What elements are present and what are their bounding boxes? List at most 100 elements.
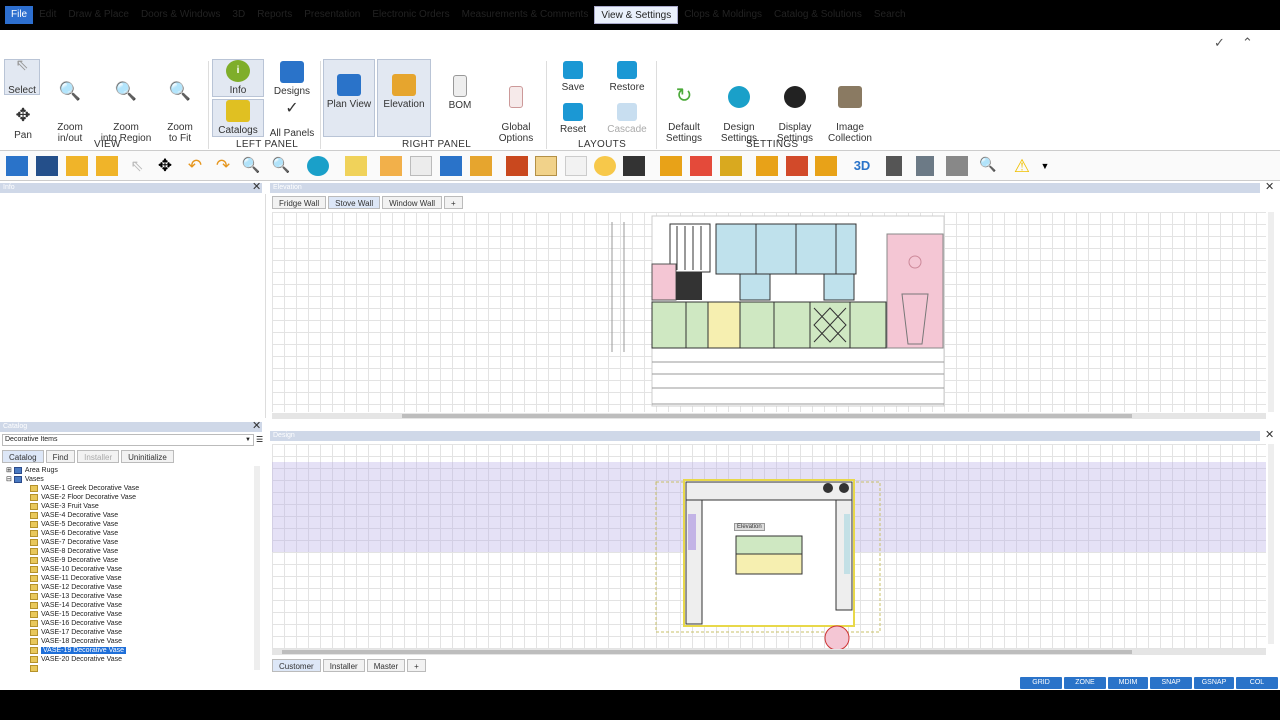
tab-master[interactable]: Master xyxy=(366,659,406,672)
plan-hscrollbar[interactable] xyxy=(272,649,1266,655)
restore-layout-button[interactable]: Restore xyxy=(604,61,650,93)
plan-icon[interactable] xyxy=(440,156,462,176)
info-button[interactable]: i Info xyxy=(212,59,264,97)
warning-icon[interactable]: ⚠ xyxy=(1011,156,1033,176)
three-d-icon[interactable]: 3D xyxy=(848,156,876,176)
elevation-hscrollbar[interactable] xyxy=(272,413,1266,419)
caret-up-icon[interactable]: ⌃ xyxy=(1242,35,1253,51)
tree-node[interactable]: ⊟ Vases xyxy=(6,475,44,484)
global-options-button[interactable]: Global Options xyxy=(490,75,542,144)
tab-add[interactable]: + xyxy=(444,196,463,209)
tree-node[interactable]: ⊞ Area Rugs xyxy=(6,466,58,475)
close-icon[interactable]: ✕ xyxy=(252,180,261,193)
list-item[interactable]: VASE-3 Fruit Vase xyxy=(30,502,99,511)
list-item[interactable]: VASE-2 Floor Decorative Vase xyxy=(30,493,136,502)
list-item[interactable]: VASE-18 Decorative Vase xyxy=(30,637,122,646)
tool-a-icon[interactable] xyxy=(756,156,778,176)
grid-view-icon[interactable] xyxy=(6,156,28,176)
menu-electronic-orders[interactable]: Electronic Orders xyxy=(366,6,455,24)
list-item[interactable]: VASE-14 Decorative Vase xyxy=(30,601,122,610)
catalog-vscrollbar[interactable] xyxy=(254,466,260,670)
arrow-tool-icon[interactable] xyxy=(720,156,742,176)
design-settings-button[interactable]: Design Settings xyxy=(714,75,764,144)
move-icon[interactable]: ✥ xyxy=(154,156,176,176)
zoom-out-icon[interactable]: 🔍 xyxy=(270,156,292,176)
people-icon[interactable] xyxy=(916,156,934,176)
list-item[interactable]: VASE-1 Greek Decorative Vase xyxy=(30,484,139,493)
default-settings-button[interactable]: ↻ Default Settings xyxy=(660,75,708,144)
door-icon[interactable] xyxy=(535,156,557,176)
pencil-icon[interactable] xyxy=(345,156,367,176)
pointer-icon[interactable]: ⇖ xyxy=(126,156,148,176)
menu-presentation[interactable]: Presentation xyxy=(298,6,366,24)
undo-icon[interactable]: ↶ xyxy=(184,156,206,176)
save-icon[interactable] xyxy=(36,156,58,176)
zone-toggle[interactable]: ZONE xyxy=(1064,677,1106,689)
save-layout-button[interactable]: Save xyxy=(553,61,593,93)
list-item[interactable]: VASE-5 Decorative Vase xyxy=(30,520,118,529)
elevation-vscrollbar[interactable] xyxy=(1268,212,1274,412)
menu-view-settings[interactable]: View & Settings xyxy=(594,6,679,24)
settings-icon[interactable] xyxy=(307,156,329,176)
list-item[interactable] xyxy=(30,664,41,673)
cabinet-icon[interactable] xyxy=(380,156,402,176)
display-settings-button[interactable]: Display Settings xyxy=(770,75,820,144)
close-icon[interactable]: ✕ xyxy=(1265,180,1274,193)
cascade-layout-button[interactable]: Cascade xyxy=(604,103,650,135)
bom-button[interactable]: BOM xyxy=(437,75,483,111)
light-icon[interactable] xyxy=(594,156,616,176)
tab-stove-wall[interactable]: Stove Wall xyxy=(328,196,381,209)
list-item[interactable]: VASE-9 Decorative Vase xyxy=(30,556,118,565)
list-item[interactable]: VASE-15 Decorative Vase xyxy=(30,610,122,619)
list-item[interactable]: VASE-13 Decorative Vase xyxy=(30,592,122,601)
gsnap-toggle[interactable]: GSNAP xyxy=(1194,677,1234,689)
menu-draw-place[interactable]: Draw & Place xyxy=(62,6,135,24)
tab-customer[interactable]: Customer xyxy=(272,659,321,672)
menu-doors-windows[interactable]: Doors & Windows xyxy=(135,6,226,24)
close-icon[interactable]: ✕ xyxy=(1265,428,1274,441)
tab-window-wall[interactable]: Window Wall xyxy=(382,196,443,209)
zoom-region-button[interactable]: 🔍 Zoom into Region xyxy=(100,75,152,144)
checkmark-icon[interactable]: ✓ xyxy=(1214,35,1225,51)
list-item[interactable]: VASE-20 Decorative Vase xyxy=(30,655,122,664)
menu-reports[interactable]: Reports xyxy=(251,6,298,24)
pen-red-icon[interactable] xyxy=(690,156,712,176)
menu-clops-moldings[interactable]: Clops & Moldings xyxy=(678,6,768,24)
list-icon[interactable] xyxy=(410,156,432,176)
plan-vscrollbar[interactable] xyxy=(1268,444,1274,644)
zoom-in-icon[interactable]: 🔍 xyxy=(240,156,262,176)
group-icon[interactable] xyxy=(506,156,528,176)
page-icon[interactable] xyxy=(565,156,587,176)
tab-find[interactable]: Find xyxy=(45,450,76,463)
tab-installer[interactable]: Installer xyxy=(77,450,120,463)
list-item[interactable]: VASE-12 Decorative Vase xyxy=(30,583,122,592)
pin-icon[interactable]: ☰ xyxy=(256,435,263,444)
plan-elevation-label[interactable]: Elevation xyxy=(734,523,765,531)
elevation-canvas[interactable] xyxy=(272,212,1266,412)
tab-catalog[interactable]: Catalog xyxy=(2,450,44,463)
list-item[interactable]: VASE-11 Decorative Vase xyxy=(30,574,122,583)
grid-toggle[interactable]: GRID xyxy=(1020,677,1062,689)
elevation-icon[interactable] xyxy=(470,156,492,176)
print-icon[interactable] xyxy=(946,156,968,176)
image-collection-button[interactable]: Image Collection xyxy=(824,75,876,144)
mdim-toggle[interactable]: MDIM xyxy=(1108,677,1148,689)
tab-uninitialize[interactable]: Uninitialize xyxy=(121,450,174,463)
select-button[interactable]: ⇖ Select xyxy=(4,58,40,96)
chevron-down-icon[interactable]: ▼ xyxy=(1038,156,1052,176)
zoom-inout-button[interactable]: 🔍 Zoom in/out xyxy=(48,75,92,144)
tab-add-design[interactable]: + xyxy=(407,659,426,672)
tool-c-icon[interactable] xyxy=(815,156,837,176)
plan-view-button[interactable]: Plan View xyxy=(323,59,375,137)
elevation-button[interactable]: Elevation xyxy=(377,59,431,137)
list-item[interactable]: VASE-6 Decorative Vase xyxy=(30,529,118,538)
list-item-selected[interactable]: VASE-19 Decorative Vase xyxy=(30,646,127,655)
snap-toggle[interactable]: SNAP xyxy=(1150,677,1192,689)
tab-fridge-wall[interactable]: Fridge Wall xyxy=(272,196,327,209)
tab-installer-design[interactable]: Installer xyxy=(322,659,365,672)
tool-b-icon[interactable] xyxy=(786,156,808,176)
list-item[interactable]: VASE-4 Decorative Vase xyxy=(30,511,118,520)
pan-button[interactable]: ✥ Pan xyxy=(6,105,40,141)
layers-icon[interactable] xyxy=(660,156,682,176)
menu-3d[interactable]: 3D xyxy=(226,6,251,24)
